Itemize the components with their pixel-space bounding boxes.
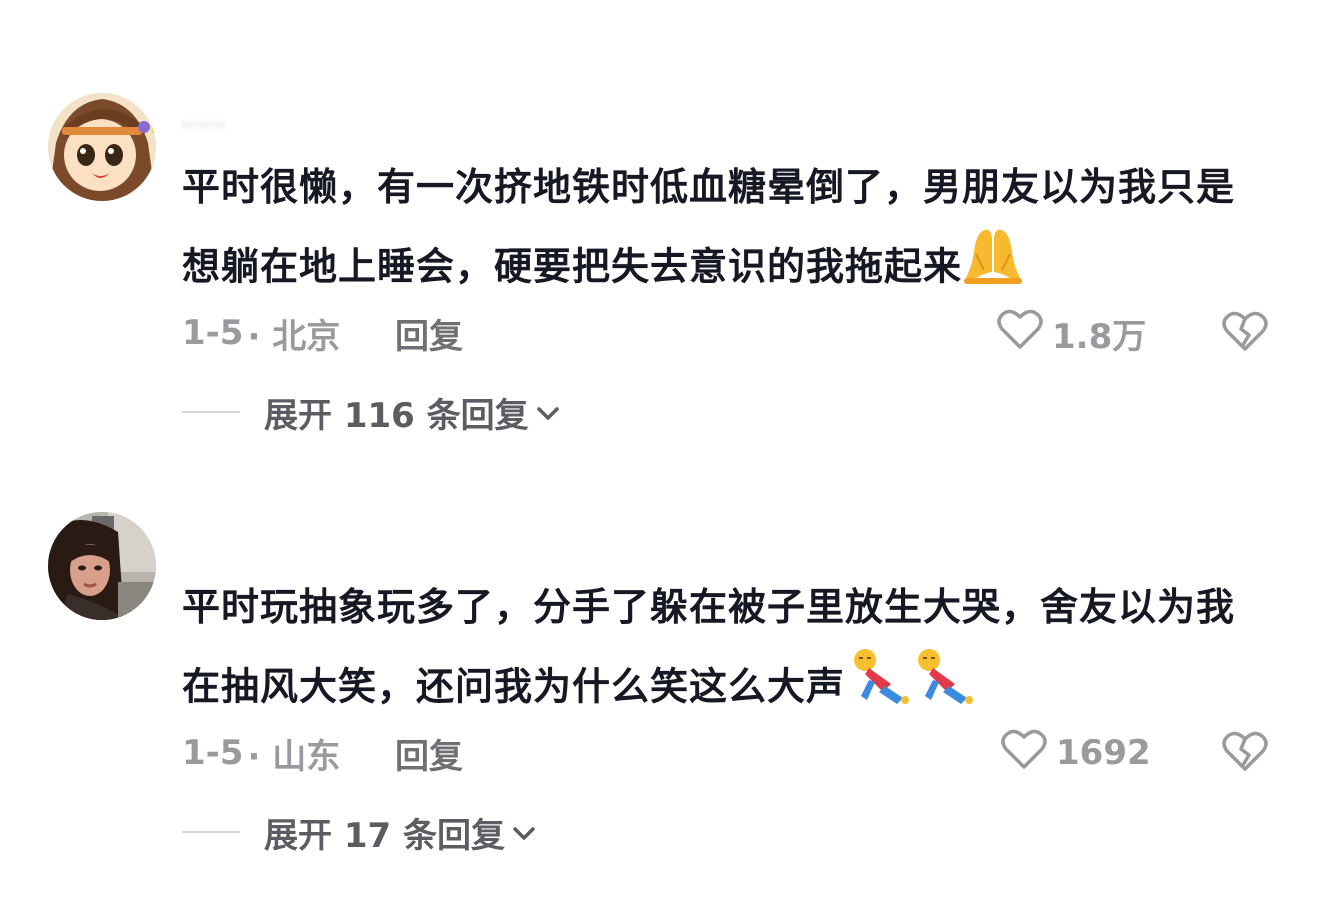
expand-replies-button[interactable]: 展开 116 条回复 (264, 388, 561, 437)
comment-text-content: 平时很懒，有一次挤地铁时低血糖晕倒了，男朋友以为我只是想躺在地上睡会，硬要把失去… (182, 165, 1236, 289)
comment-text: 平时玩抽象玩多了，分手了躲在被子里放生大哭，舍友以为我在抽风大笑，还问我为什么笑… (182, 568, 1272, 732)
reply-button[interactable]: 回复 (395, 728, 463, 778)
dislike-button[interactable] (1220, 308, 1270, 358)
heart-outline-icon (996, 307, 1044, 360)
expand-replies-row: 展开 17 条回复 (182, 808, 537, 857)
broken-heart-icon (1221, 729, 1269, 777)
comment-date: 1-5 (182, 313, 244, 353)
reply-button[interactable]: 回复 (395, 308, 463, 358)
expand-replies-row: 展开 116 条回复 (182, 388, 561, 437)
heart-outline-icon (1000, 727, 1048, 780)
falling-person-emoji (909, 646, 974, 732)
comment-text-content: 平时玩抽象玩多了，分手了躲在被子里放生大哭，舍友以为我在抽风大笑，还问我为什么笑… (182, 585, 1236, 709)
expand-replies-button[interactable]: 展开 17 条回复 (264, 808, 537, 857)
avatar[interactable] (48, 93, 156, 201)
comment-text: 平时很懒，有一次挤地铁时低血糖晕倒了，男朋友以为我只是想躺在地上睡会，硬要把失去… (182, 148, 1272, 312)
expand-replies-label: 展开 116 条回复 (264, 395, 529, 436)
username[interactable]: ـ.ـ.ـ (182, 100, 224, 133)
falling-person-emoji (845, 646, 910, 732)
comment-meta: 1-5 · 北京 (182, 308, 340, 358)
divider-line (182, 411, 240, 413)
divider-line (182, 831, 240, 833)
broken-heart-icon (1221, 309, 1269, 357)
comment-item: 平时玩抽象玩多了，分手了躲在被子里放生大哭，舍友以为我在抽风大笑，还问我为什么笑… (0, 470, 1320, 897)
like-count: 1692 (1056, 733, 1151, 773)
comment-item: ـ.ـ.ـ 平时很懒，有一次挤地铁时低血糖晕倒了，男朋友以为我只是想躺在地上睡会… (0, 0, 1320, 470)
expand-replies-label: 展开 17 条回复 (264, 815, 505, 856)
chevron-down-icon (511, 812, 537, 852)
comment-location: · 北京 (247, 316, 341, 357)
like-button[interactable]: 1.8万 (996, 308, 1146, 358)
like-count: 1.8万 (1052, 316, 1147, 357)
folded-hands-emoji (962, 226, 1024, 312)
comment-meta: 1-5 · 山东 (182, 728, 340, 778)
comment-location: · 山东 (247, 736, 341, 777)
chevron-down-icon (535, 392, 561, 432)
avatar[interactable] (48, 512, 156, 620)
dislike-button[interactable] (1220, 728, 1270, 778)
like-button[interactable]: 1692 (1000, 728, 1151, 778)
comment-date: 1-5 (182, 733, 244, 773)
